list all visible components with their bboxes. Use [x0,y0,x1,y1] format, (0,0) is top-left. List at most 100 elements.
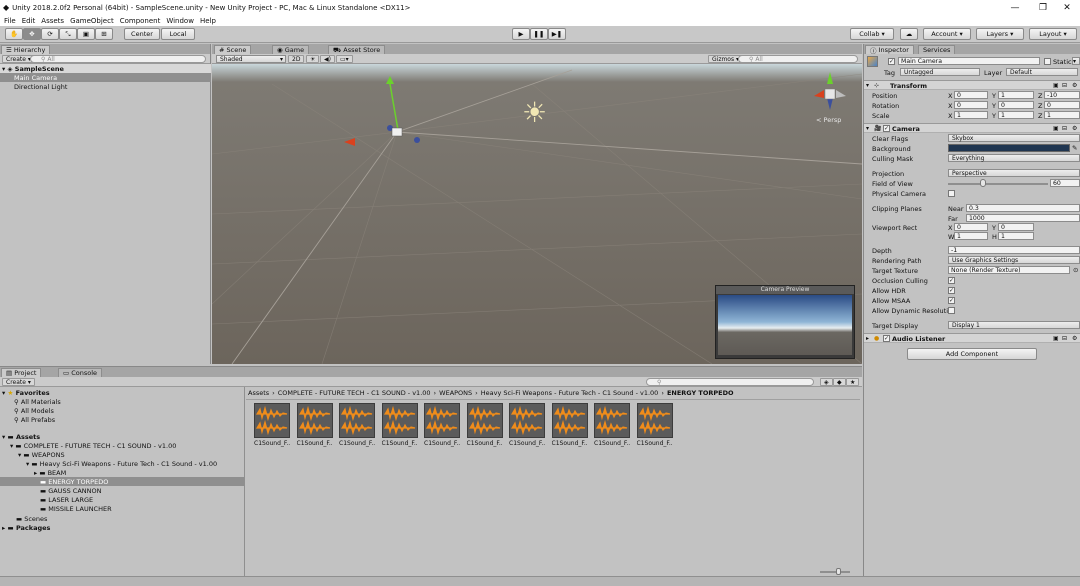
collab-button[interactable]: Collab ▾ [850,28,894,40]
breadcrumb-item[interactable]: Assets [248,389,269,397]
scene-viewport[interactable]: ☀ < Persp Camera Preview [212,64,862,364]
viewport-y-field[interactable]: 0 [998,223,1034,231]
pivot-local-button[interactable]: Local [161,28,195,40]
folder-row[interactable]: ▾ ▬ COMPLETE - FUTURE TECH - C1 SOUND - … [0,441,244,450]
tab-hierarchy[interactable]: ☰ Hierarchy [1,45,51,54]
rendering-path-dropdown[interactable]: Use Graphics Settings [948,256,1080,264]
menu-help[interactable]: Help [200,17,216,25]
tag-dropdown[interactable]: Untagged [900,68,980,76]
position-y-field[interactable]: 1 [998,91,1034,99]
splitter[interactable] [244,387,245,577]
rect-tool-icon[interactable]: ▣ [77,28,95,40]
hierarchy-item-main-camera[interactable]: Main Camera [0,73,211,82]
favorite-item[interactable]: ⚲ All Prefabs [0,415,244,424]
camera-enabled-checkbox[interactable]: ✓ [883,125,890,132]
scale-y-field[interactable]: 1 [998,111,1034,119]
target-display-dropdown[interactable]: Display 1 [948,321,1080,329]
position-z-field[interactable]: -10 [1044,91,1080,99]
settings-gear-icon[interactable]: ⚙ [1072,335,1077,342]
preset-icon[interactable]: ⊟ [1062,82,1067,89]
favorite-item[interactable]: ⚲ All Materials [0,397,244,406]
scale-z-field[interactable]: 1 [1044,111,1080,119]
scale-tool-icon[interactable]: ⤡ [59,28,77,40]
icon-size-slider-thumb[interactable] [836,568,841,575]
physical-camera-checkbox[interactable] [948,190,955,197]
transform-tool-icon[interactable]: ⊞ [95,28,113,40]
fov-field[interactable]: 60 [1050,179,1080,187]
help-icon[interactable]: ▣ [1053,335,1059,342]
preset-icon[interactable]: ⊟ [1062,335,1067,342]
allow-hdr-checkbox[interactable]: ✓ [948,287,955,294]
near-field[interactable]: 0.3 [966,204,1080,212]
rotation-x-field[interactable]: 0 [954,101,988,109]
pivot-center-button[interactable]: Center [124,28,160,40]
depth-field[interactable]: -1 [948,246,1080,254]
breadcrumb-item-current[interactable]: ENERGY TORPEDO [667,389,734,397]
background-color-swatch[interactable] [948,144,1070,152]
persp-label[interactable]: < Persp [816,116,841,124]
minimize-button[interactable]: — [1000,0,1030,15]
scale-x-field[interactable]: 1 [954,111,988,119]
folder-row[interactable]: ▬ Scenes [0,514,244,523]
audio-clip-asset[interactable]: C1Sound_F... [296,403,333,447]
orientation-gizmo[interactable] [808,70,852,114]
folder-row[interactable]: ▾ ▬ WEAPONS [0,450,244,459]
audio-clip-asset[interactable]: C1Sound_F... [466,403,503,447]
viewport-x-field[interactable]: 0 [954,223,988,231]
settings-gear-icon[interactable]: ⚙ [1072,82,1077,89]
active-checkbox[interactable]: ✓ [888,58,895,65]
search-by-label-icon[interactable]: ◆ [833,378,846,386]
tab-services[interactable]: Services [918,45,956,54]
tab-console[interactable]: ▭ Console [58,368,103,377]
clear-flags-dropdown[interactable]: Skybox [948,134,1080,142]
search-by-type-icon[interactable]: ◈ [820,378,833,386]
favorites-row[interactable]: ▾ ★ Favorites [0,388,244,397]
hierarchy-item-directional-light[interactable]: Directional Light [0,82,211,91]
rotation-y-field[interactable]: 0 [998,101,1034,109]
favorite-star-icon[interactable]: ★ [846,378,860,386]
play-icon[interactable]: ▶ [512,28,530,40]
audio-clip-asset[interactable]: C1Sound_F... [636,403,673,447]
move-tool-icon[interactable]: ✥ [23,28,41,40]
breadcrumb-item[interactable]: Heavy Sci-Fi Weapons - Future Tech - C1 … [481,389,659,397]
projection-dropdown[interactable]: Perspective [948,169,1080,177]
object-name-field[interactable]: Main Camera [898,57,1040,65]
layout-button[interactable]: Layout ▾ [1029,28,1077,40]
audio-clip-asset[interactable]: C1Sound_F... [381,403,418,447]
add-component-button[interactable]: Add Component [907,348,1037,360]
audio-clip-asset[interactable]: C1Sound_F... [254,403,290,447]
transform-header[interactable]: ▾ ⊹ Transform ▣ ⊟ ⚙ [864,80,1080,90]
settings-gear-icon[interactable]: ⚙ [1072,125,1077,132]
folder-row-selected[interactable]: ▬ ENERGY TORPEDO [0,477,244,486]
camera-header[interactable]: ▾ 🎥 ✓ Camera ▣ ⊟ ⚙ [864,123,1080,133]
favorite-item[interactable]: ⚲ All Models [0,406,244,415]
audio-clip-asset[interactable]: C1Sound_F... [551,403,588,447]
tab-game[interactable]: ◉ Game [272,45,310,54]
scene-row[interactable]: ▾ ◈ SampleScene [0,64,211,73]
menu-gameobject[interactable]: GameObject [70,17,114,25]
cloud-icon[interactable]: ☁ [900,28,918,40]
folder-row[interactable]: ▸ ▬ BEAM [0,468,244,477]
static-checkbox[interactable] [1044,58,1051,65]
effects-toggle-icon[interactable]: ▭▾ [336,55,353,63]
hierarchy-search-input[interactable]: ⚲ All [30,55,206,63]
position-x-field[interactable]: 0 [954,91,988,99]
folder-row[interactable]: ▬ MISSILE LAUNCHER [0,504,244,513]
occlusion-culling-checkbox[interactable]: ✓ [948,277,955,284]
lighting-toggle-icon[interactable]: ☀ [306,55,320,63]
help-icon[interactable]: ▣ [1053,125,1059,132]
audio-clip-asset[interactable]: C1Sound_F... [424,403,460,447]
camera-gizmo-icon[interactable] [391,127,403,137]
tab-project[interactable]: ▤ Project [1,368,42,377]
far-field[interactable]: 1000 [966,214,1080,222]
rotation-z-field[interactable]: 0 [1044,101,1080,109]
allow-msaa-checkbox[interactable]: ✓ [948,297,955,304]
menu-assets[interactable]: Assets [41,17,64,25]
tab-asset-store[interactable]: ⛟ Asset Store [328,45,386,54]
folder-row[interactable]: ▾ ▬ Heavy Sci-Fi Weapons - Future Tech -… [0,459,244,468]
scene-search-input[interactable]: ⚲ All [738,55,858,63]
audio-listener-checkbox[interactable]: ✓ [883,335,890,342]
audio-clip-asset[interactable]: C1Sound_F... [509,403,545,447]
pause-icon[interactable]: ❚❚ [530,28,548,40]
breadcrumb-item[interactable]: COMPLETE - FUTURE TECH - C1 SOUND - v1.0… [278,389,431,397]
